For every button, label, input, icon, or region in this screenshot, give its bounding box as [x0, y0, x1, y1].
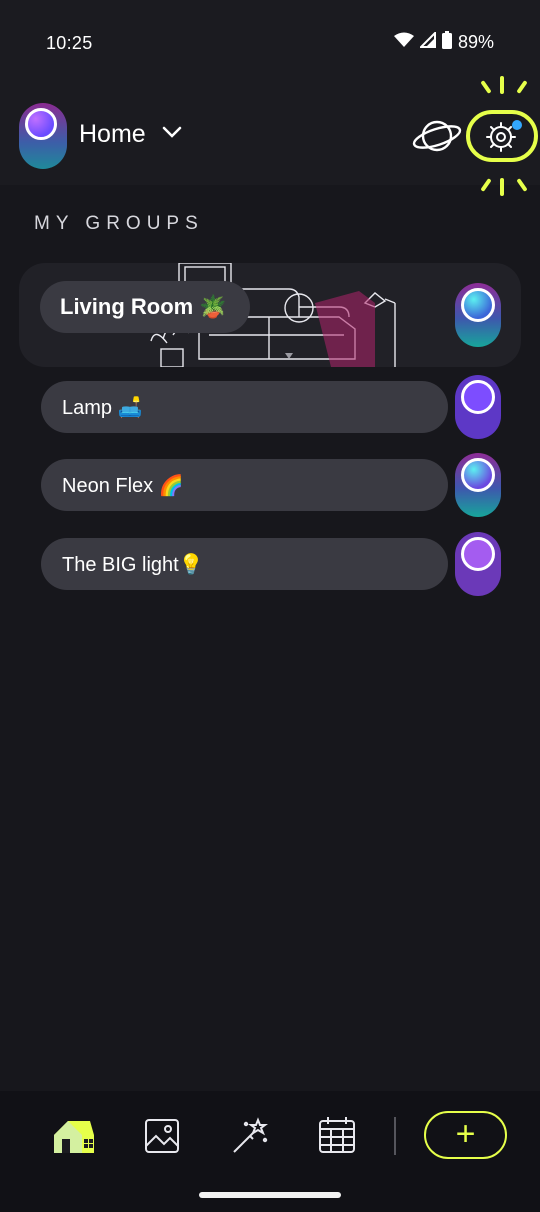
toggle-knob	[461, 288, 495, 322]
light-row-neon-flex[interactable]: Neon Flex 🌈	[41, 459, 448, 511]
notification-dot	[512, 120, 522, 130]
home-icon[interactable]	[52, 1117, 96, 1160]
highlight-ray	[500, 76, 504, 94]
battery-icon	[441, 31, 452, 54]
nav-divider	[394, 1117, 396, 1155]
status-bar: 10:25 89%	[0, 0, 540, 72]
effects-wand-icon[interactable]	[230, 1116, 270, 1161]
home-power-toggle[interactable]	[19, 103, 67, 169]
room-name-button[interactable]: Living Room 🪴	[40, 281, 250, 333]
highlight-ray	[500, 178, 504, 196]
home-selector-title[interactable]: Home	[79, 120, 146, 149]
big-light-power-toggle[interactable]	[455, 532, 501, 596]
section-title: MY GROUPS	[34, 213, 204, 234]
planet-icon[interactable]	[412, 116, 462, 161]
room-power-toggle[interactable]	[455, 283, 501, 347]
system-icons: 89%	[393, 30, 494, 54]
toggle-knob	[461, 537, 495, 571]
toggle-knob	[25, 108, 57, 140]
toggle-knob	[461, 458, 495, 492]
lamp-power-toggle[interactable]	[455, 375, 501, 439]
hub-settings-button[interactable]	[466, 110, 538, 162]
battery-percent: 89%	[457, 32, 494, 52]
clock: 10:25	[46, 33, 93, 53]
gallery-icon[interactable]	[144, 1118, 180, 1159]
add-button[interactable]: +	[424, 1111, 507, 1159]
light-row-big-light[interactable]: The BIG light💡	[41, 538, 448, 590]
neon-flex-power-toggle[interactable]	[455, 453, 501, 517]
gesture-home-indicator[interactable]	[199, 1192, 341, 1198]
chevron-down-icon[interactable]	[162, 126, 182, 145]
schedule-calendar-icon[interactable]	[318, 1116, 356, 1159]
light-row-lamp[interactable]: Lamp 🛋️	[41, 381, 448, 433]
toggle-knob	[461, 380, 495, 414]
wifi-icon	[393, 32, 414, 53]
signal-icon	[418, 30, 436, 53]
